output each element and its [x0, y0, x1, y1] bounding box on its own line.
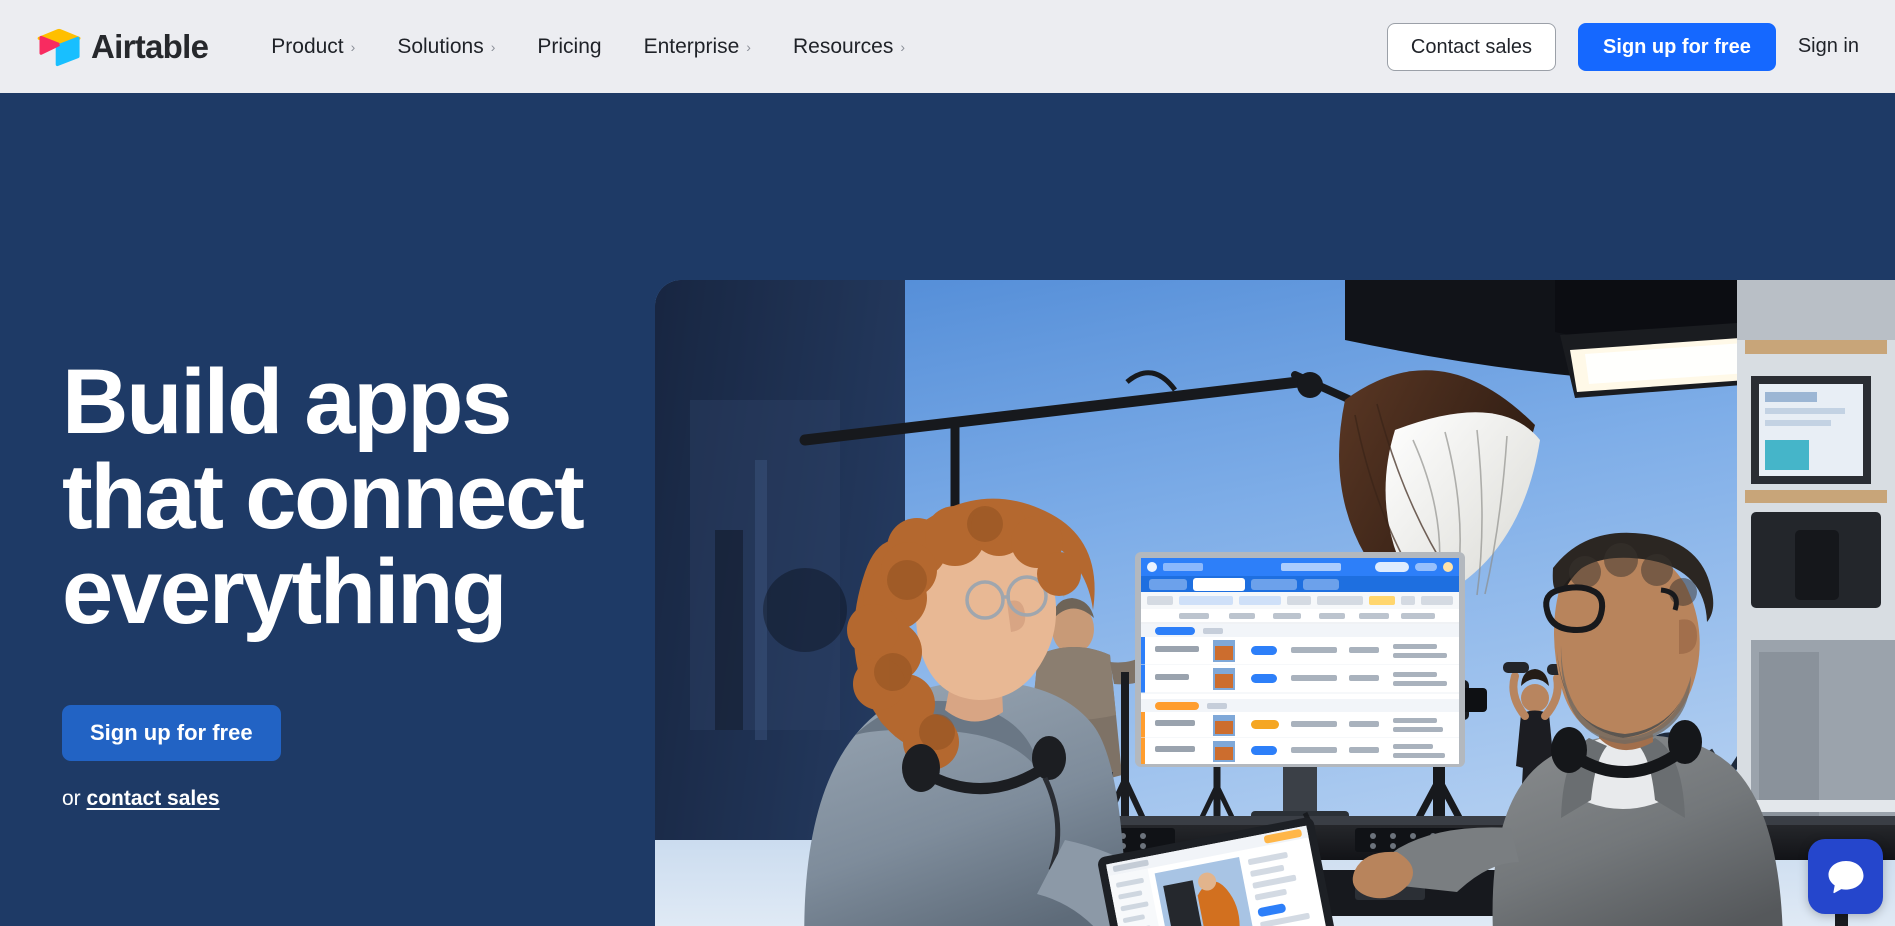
header-signup-button[interactable]: Sign up for free	[1578, 22, 1776, 71]
chevron-right-icon: ›	[900, 38, 906, 55]
main-navigation: Product › Solutions › Pricing Enterprise…	[250, 27, 926, 67]
chat-bubble-icon	[1828, 860, 1863, 893]
site-header: Airtable Product › Solutions › Pricing E…	[0, 0, 1895, 93]
hero-or-text: or	[62, 786, 81, 810]
airtable-wordmark: Airtable	[91, 28, 209, 65]
nav-label-enterprise: Enterprise	[643, 34, 740, 58]
chevron-right-icon: ›	[490, 38, 496, 55]
nav-label-resources: Resources	[792, 34, 894, 58]
hero-copy: Build apps that connect everything Sign …	[62, 355, 722, 811]
sign-in-link[interactable]: Sign in	[1798, 35, 1859, 58]
background-office	[1737, 280, 1895, 840]
nav-label-solutions: Solutions	[397, 34, 484, 58]
hero-title-line-3: everything	[62, 540, 507, 643]
chevron-right-icon: ›	[350, 38, 356, 55]
header-right-group: Contact sales Sign up for free Sign in	[1386, 22, 1895, 71]
hero-contact-sales-link[interactable]: contact sales	[87, 787, 220, 810]
nav-item-pricing[interactable]: Pricing	[516, 27, 622, 67]
hero-title-line-2: that connect	[62, 445, 585, 548]
hero-section: Build apps that connect everything Sign …	[0, 93, 1895, 926]
hero-title-line-1: Build apps	[62, 351, 512, 453]
airtable-logo-icon	[37, 28, 81, 66]
nav-item-solutions[interactable]: Solutions ›	[376, 27, 516, 67]
hero-photo	[655, 280, 1895, 926]
chat-widget-button[interactable]	[1808, 839, 1883, 914]
nav-item-enterprise[interactable]: Enterprise ›	[623, 27, 772, 67]
hero-signup-button[interactable]: Sign up for free	[62, 705, 281, 761]
airtable-landing-page: Airtable Product › Solutions › Pricing E…	[0, 0, 1895, 926]
contact-sales-button[interactable]: Contact sales	[1386, 22, 1557, 71]
nav-item-resources[interactable]: Resources ›	[772, 27, 926, 67]
hero-title: Build apps that connect everything	[62, 355, 722, 639]
nav-label-product: Product	[271, 34, 344, 58]
hero-secondary-cta: or contact sales	[62, 787, 722, 811]
chevron-right-icon: ›	[746, 38, 751, 55]
nav-label-pricing: Pricing	[537, 34, 602, 58]
nav-item-product[interactable]: Product ›	[250, 27, 376, 67]
studio-photo-illustration	[655, 280, 1895, 926]
header-left-group: Airtable Product › Solutions › Pricing E…	[0, 27, 926, 67]
airtable-logo[interactable]: Airtable	[36, 27, 209, 67]
